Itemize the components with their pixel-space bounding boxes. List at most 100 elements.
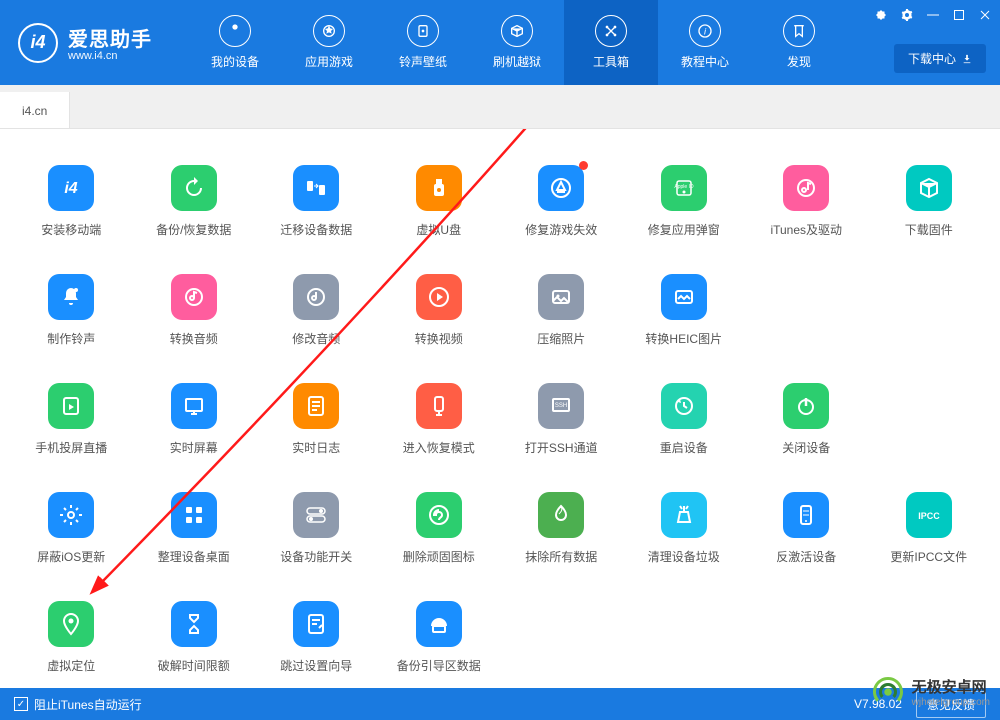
maximize-icon[interactable] (952, 8, 966, 22)
nav-icon (313, 15, 345, 47)
tool-power[interactable]: 关闭设备 (745, 373, 868, 482)
tool-cast[interactable]: 手机投屏直播 (10, 373, 133, 482)
tab-bar: i4.cn (0, 85, 1000, 129)
svg-text:i4: i4 (65, 180, 78, 197)
tool-restart[interactable]: 重启设备 (623, 373, 746, 482)
nav-device[interactable]: 我的设备 (188, 0, 282, 85)
download-icon (962, 54, 972, 64)
skin-icon[interactable] (874, 8, 888, 22)
tool-toggle[interactable]: 设备功能开关 (255, 482, 378, 591)
tool-deactivate[interactable]: 反激活设备 (745, 482, 868, 591)
delete-icon (416, 492, 462, 538)
tool-clean[interactable]: 清理设备垃圾 (623, 482, 746, 591)
photo-icon (538, 274, 584, 320)
svg-text:SSH: SSH (555, 403, 567, 409)
gear-icon (48, 492, 94, 538)
svg-text:i: i (704, 26, 707, 36)
minimize-icon[interactable] (926, 8, 940, 22)
tool-restore[interactable]: 备份/恢复数据 (133, 155, 256, 264)
tool-appstore[interactable]: 修复游戏失效 (500, 155, 623, 264)
tool-cube[interactable]: 下载固件 (868, 155, 991, 264)
video-icon (416, 274, 462, 320)
tool-label: 虚拟定位 (47, 657, 95, 674)
erase-icon (538, 492, 584, 538)
tool-label: 重启设备 (660, 439, 708, 456)
tool-grid[interactable]: 整理设备桌面 (133, 482, 256, 591)
nav-jailbreak[interactable]: 刷机越狱 (470, 0, 564, 85)
screen-icon (171, 383, 217, 429)
block-itunes-checkbox[interactable]: ✓ 阻止iTunes自动运行 (14, 696, 142, 713)
tool-audio[interactable]: 转换音频 (133, 264, 256, 373)
tool-screen[interactable]: 实时屏幕 (133, 373, 256, 482)
app-header: i4 爱思助手 www.i4.cn 我的设备 应用游戏 铃声壁纸 刷机越狱 工具箱 i教程… (0, 0, 1000, 85)
itunes-icon (783, 165, 829, 211)
tool-backup[interactable]: 备份引导区数据 (378, 591, 501, 688)
tool-label: 实时屏幕 (170, 439, 218, 456)
tool-label: 下载固件 (905, 221, 953, 238)
nav-label: 工具箱 (593, 53, 629, 70)
nav-icon (783, 15, 815, 47)
tool-recovery[interactable]: 进入恢复模式 (378, 373, 501, 482)
tool-usb[interactable]: 虚拟U盘 (378, 155, 501, 264)
appleid-icon: Apple ID (661, 165, 707, 211)
tool-i4[interactable]: i4安装移动端 (10, 155, 133, 264)
restart-icon (661, 383, 707, 429)
logo[interactable]: i4 爱思助手 www.i4.cn (18, 23, 152, 63)
tool-migrate[interactable]: 迁移设备数据 (255, 155, 378, 264)
usb-icon (416, 165, 462, 211)
logo-text: 爱思助手 www.i4.cn (68, 23, 152, 62)
settings-icon[interactable] (900, 8, 914, 22)
cube-icon (906, 165, 952, 211)
checkbox-checked-icon: ✓ (14, 697, 28, 711)
nav-tutorials[interactable]: i教程中心 (658, 0, 752, 85)
tool-location[interactable]: 虚拟定位 (10, 591, 133, 688)
tool-delete[interactable]: 删除顽固图标 (378, 482, 501, 591)
nav-icon (407, 15, 439, 47)
tool-heic[interactable]: 转换HEIC图片 (623, 264, 746, 373)
ipcc-icon: IPCC (906, 492, 952, 538)
tool-appleid[interactable]: Apple ID修复应用弹窗 (623, 155, 746, 264)
tool-log[interactable]: 实时日志 (255, 373, 378, 482)
tool-erase[interactable]: 抹除所有数据 (500, 482, 623, 591)
nav-discover[interactable]: 发现 (752, 0, 846, 85)
bell-icon (48, 274, 94, 320)
tool-label: 删除顽固图标 (403, 548, 475, 565)
close-icon[interactable] (978, 8, 992, 22)
power-icon (783, 383, 829, 429)
nav-apps[interactable]: 应用游戏 (282, 0, 376, 85)
tool-grid-container: i4安装移动端备份/恢复数据 迁移设备数据 虚拟U盘修复游戏失效Apple ID修复… (0, 129, 1000, 688)
svg-text:Apple ID: Apple ID (674, 184, 694, 190)
tool-label: 备份/恢复数据 (156, 221, 231, 238)
tool-label: 转换HEIC图片 (645, 330, 722, 347)
backup-icon (416, 601, 462, 647)
restore-icon (171, 165, 217, 211)
tool-label: 设备功能开关 (280, 548, 352, 565)
nav-label: 我的设备 (211, 53, 259, 70)
tool-gear[interactable]: 屏蔽iOS更新 (10, 482, 133, 591)
tool-skip[interactable]: 跳过设置向导 (255, 591, 378, 688)
nav-label: 铃声壁纸 (399, 53, 447, 70)
tool-video[interactable]: 转换视频 (378, 264, 501, 373)
tool-ipcc[interactable]: IPCC更新IPCC文件 (868, 482, 991, 591)
tool-audioedit[interactable]: 修改音频 (255, 264, 378, 373)
tool-photo[interactable]: 压缩照片 (500, 264, 623, 373)
tool-label: 制作铃声 (47, 330, 95, 347)
tool-hourglass[interactable]: 破解时间限额 (133, 591, 256, 688)
nav-label: 应用游戏 (305, 53, 353, 70)
nav-toolbox[interactable]: 工具箱 (564, 0, 658, 85)
download-center-button[interactable]: 下载中心 (894, 44, 986, 73)
nav-label: 刷机越狱 (493, 53, 541, 70)
tool-ssh[interactable]: SSH打开SSH通道 (500, 373, 623, 482)
deactivate-icon (783, 492, 829, 538)
heic-icon (661, 274, 707, 320)
tool-itunes[interactable]: iTunes及驱动 (745, 155, 868, 264)
watermark: 无极安卓网 wjhotelgroup.com (870, 674, 990, 710)
notification-dot (579, 161, 588, 170)
tab-i4cn[interactable]: i4.cn (0, 92, 70, 128)
tool-label: 迁移设备数据 (280, 221, 352, 238)
appstore-icon (538, 165, 584, 211)
tool-bell[interactable]: 制作铃声 (10, 264, 133, 373)
nav-ringtones[interactable]: 铃声壁纸 (376, 0, 470, 85)
audioedit-icon (293, 274, 339, 320)
watermark-icon (870, 674, 906, 710)
